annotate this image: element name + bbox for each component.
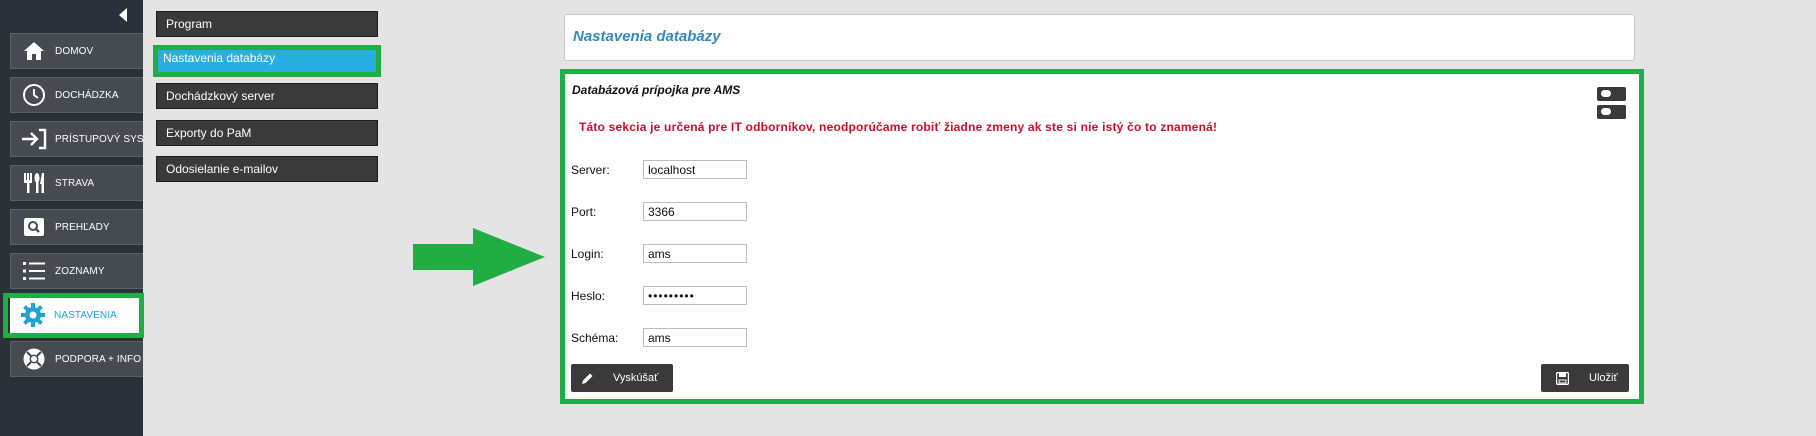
login-icon: [21, 126, 47, 152]
submenu-item-nastavenia-databazy[interactable]: Nastavenia databázy: [153, 45, 381, 77]
sidebar-item-label: ZOZNAMY: [55, 265, 105, 277]
panel-title: Databázová prípojka pre AMS: [572, 83, 741, 97]
test-button-label: Vyskúšať: [613, 372, 659, 384]
sidebar-item-pristupovy-sys[interactable]: PRÍSTUPOVÝ SYS.: [10, 121, 146, 157]
toggle-switch[interactable]: [1597, 87, 1626, 101]
sidebar-item-dochadzka[interactable]: DOCHÁDZKA: [10, 77, 143, 113]
sidebar: DOMOV DOCHÁDZKA PRÍSTUPOVÝ SYS. STRAVA P…: [0, 0, 146, 436]
sidebar-item-label: PREHĽADY: [55, 221, 110, 233]
sidebar-item-label: PODPORA + INFO: [55, 353, 142, 365]
sidebar-item-label: NASTAVENIA: [54, 309, 117, 321]
arrow-right-icon: [413, 228, 545, 286]
lifebuoy-icon: [21, 346, 47, 372]
save-button-label: Uložiť: [1589, 372, 1618, 384]
port-input[interactable]: [643, 202, 747, 221]
sidebar-item-label: PRÍSTUPOVÝ SYS.: [55, 133, 147, 145]
port-label: Port:: [571, 205, 597, 219]
password-input[interactable]: [643, 286, 747, 305]
sidebar-item-label: STRAVA: [55, 177, 95, 189]
sidebar-item-prehlady[interactable]: PREHĽADY: [10, 209, 143, 245]
submenu-item-exporty-do-pam[interactable]: Exporty do PaM: [156, 120, 378, 146]
schema-label: Schéma:: [571, 331, 619, 345]
clock-icon: [21, 82, 47, 108]
login-input[interactable]: [643, 244, 747, 263]
sidebar-item-nastavenia[interactable]: NASTAVENIA: [10, 297, 143, 333]
list-icon: [21, 258, 47, 284]
sidebar-item-podpora-info[interactable]: PODPORA + INFO: [10, 341, 143, 377]
sidebar-item-zoznamy[interactable]: ZOZNAMY: [10, 253, 143, 289]
submenu-item-program[interactable]: Program: [156, 11, 378, 37]
page-title: Nastavenia databázy: [573, 28, 721, 45]
cutlery-icon: [21, 170, 47, 196]
search-icon: [21, 214, 47, 240]
submenu-item-odosielanie-e-mailov[interactable]: Odosielanie e-mailov: [156, 156, 378, 182]
submenu-item-dochadzkovy-server[interactable]: Dochádzkový server: [156, 83, 378, 109]
pencil-icon: [580, 371, 594, 385]
sidebar-item-label: DOMOV: [55, 45, 94, 57]
server-input[interactable]: [643, 160, 747, 179]
toggle-switch[interactable]: [1597, 105, 1626, 119]
home-icon: [21, 38, 47, 64]
sidebar-item-strava[interactable]: STRAVA: [10, 165, 143, 201]
login-label: Login:: [571, 247, 604, 261]
database-connection-panel: Databázová prípojka pre AMS Táto sekcia …: [560, 69, 1644, 404]
sidebar-item-label: DOCHÁDZKA: [55, 89, 119, 101]
test-button[interactable]: Vyskúšať: [571, 364, 673, 392]
sidebar-item-domov[interactable]: DOMOV: [10, 33, 143, 69]
password-label: Heslo:: [571, 289, 606, 303]
toggle-knob: [1601, 108, 1611, 115]
gear-icon: [20, 302, 46, 328]
toggle-knob: [1601, 90, 1611, 97]
server-label: Server:: [571, 163, 610, 177]
collapse-sidebar-icon[interactable]: [119, 8, 127, 22]
warning-message: Táto sekcia je určená pre IT odborníkov,…: [579, 120, 1218, 134]
schema-input[interactable]: [643, 328, 747, 347]
save-icon: [1555, 371, 1569, 385]
save-button[interactable]: Uložiť: [1541, 364, 1629, 392]
page-header: Nastavenia databázy: [564, 14, 1635, 61]
